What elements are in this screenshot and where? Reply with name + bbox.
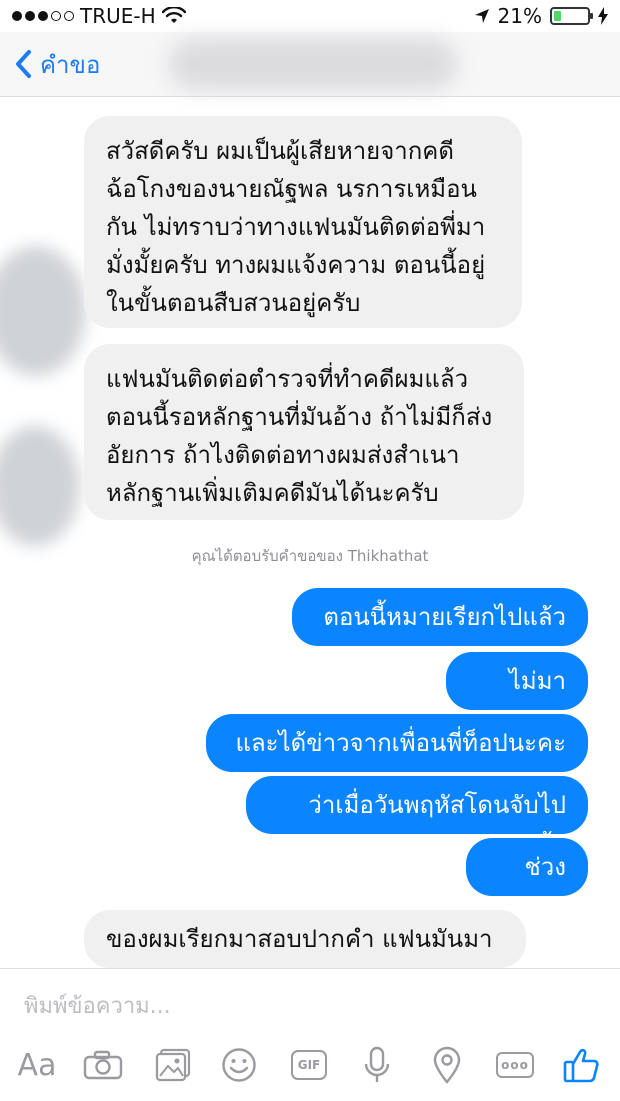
signal-strength-icon [12,11,74,21]
battery-icon [550,7,593,25]
message-line: ฉ้อโกงของนายณัฐพล นรการเหมือน [106,175,477,203]
message-line: หลักฐานเพิ่มเติมคดีมันได้นะครับ [106,479,439,507]
status-bar: TRUE-H 21% [0,0,620,32]
blurred-avatar [0,426,80,546]
photo-button[interactable] [148,1037,198,1093]
messenger-screen: TRUE-H 21% คำขอ สวัสดีครับ ผมเป็นผู้เสีย… [0,0,620,1101]
conversation-thread[interactable]: สวัสดีครับ ผมเป็นผู้เสียหายจากคดี ฉ้อโกง… [0,96,620,968]
incoming-message[interactable]: แฟนมันติดต่อตำรวจที่ทำคดีผมแล้ว ตอนนี้รอ… [84,344,524,520]
photo-gallery-icon [155,1048,191,1082]
smiley-icon [222,1048,256,1082]
gif-button[interactable]: GIF [284,1037,334,1093]
composer-toolbar: Aa GIF ooo [0,1037,620,1093]
blurred-avatar [0,246,86,376]
like-button[interactable] [554,1037,608,1093]
gif-label: GIF [297,1058,321,1072]
outgoing-message[interactable]: ตอนนี้หมายเรียกไปแล้ว [292,588,588,646]
camera-icon [83,1050,123,1080]
back-button[interactable]: คำขอ [14,44,100,84]
more-icon: ooo [496,1052,534,1078]
location-button[interactable] [422,1037,472,1093]
more-label: ooo [501,1058,529,1072]
outgoing-message[interactable]: ช่วงเยน [466,838,588,919]
outgoing-message[interactable]: และได้ข่าวจากเพื่อนพี่ท็อปนะคะ [206,714,588,772]
message-line: ในขั้นตอนสืบสวนอยู่ครับ [106,289,361,317]
navigation-bar: คำขอ [0,32,620,97]
more-button[interactable]: ooo [488,1037,542,1093]
carrier-name: TRUE-H [80,4,156,28]
status-right: 21% [474,4,608,28]
charging-bolt-icon [598,7,608,25]
status-left: TRUE-H [12,4,186,28]
message-line: แฟนมันติดต่อตำรวจที่ทำคดีผมแล้ว [106,365,469,393]
outgoing-message[interactable]: ว่าเมื่อวันพฤหัสโดนจับไปแล้ว [246,776,588,857]
location-pin-icon [433,1046,461,1084]
back-label: คำขอ [40,50,101,79]
chevron-left-icon [16,50,31,78]
thumbs-up-icon [563,1048,599,1083]
sticker-button[interactable] [214,1037,264,1093]
outgoing-message[interactable]: ไม่มาคาะ [446,652,588,733]
gif-icon: GIF [291,1050,327,1080]
incoming-message[interactable]: ของผมเรียกมาสอบปากคำ แฟนมันมา [84,910,526,968]
wifi-icon [161,7,186,23]
microphone-icon [364,1046,390,1082]
message-composer: Aa [0,968,620,1101]
battery-percentage: 21% [497,4,542,28]
message-line: สวัสดีครับ ผมเป็นผู้เสียหายจากคดี [106,137,454,165]
camera-button[interactable] [78,1037,128,1093]
aa-label: Aa [17,1047,57,1083]
message-line: อัยการ ถ้าไงติดต่อทางผมส่งสำเนา [106,441,460,469]
location-arrow-icon [474,9,489,23]
voice-button[interactable] [352,1037,402,1093]
incoming-message[interactable]: สวัสดีครับ ผมเป็นผู้เสียหายจากคดี ฉ้อโกง… [84,116,522,328]
message-line: ตอนนี้รอหลักฐานที่มันอ้าง ถ้าไม่มีก็ส่ง [106,403,493,431]
system-note: คุณได้ตอบรับคำขอของ Thikhathat [191,547,429,565]
message-line: กัน ไม่ทราบว่าทางแฟนมันติดต่อพี่มา [106,213,486,241]
message-input[interactable] [22,985,586,1027]
message-line: มั่งมั้ยครับ ทางผมแจ้งความ ตอนนี้อยู่ [106,251,486,279]
text-format-button[interactable]: Aa [12,1037,62,1093]
blurred-contact-name [168,38,458,90]
